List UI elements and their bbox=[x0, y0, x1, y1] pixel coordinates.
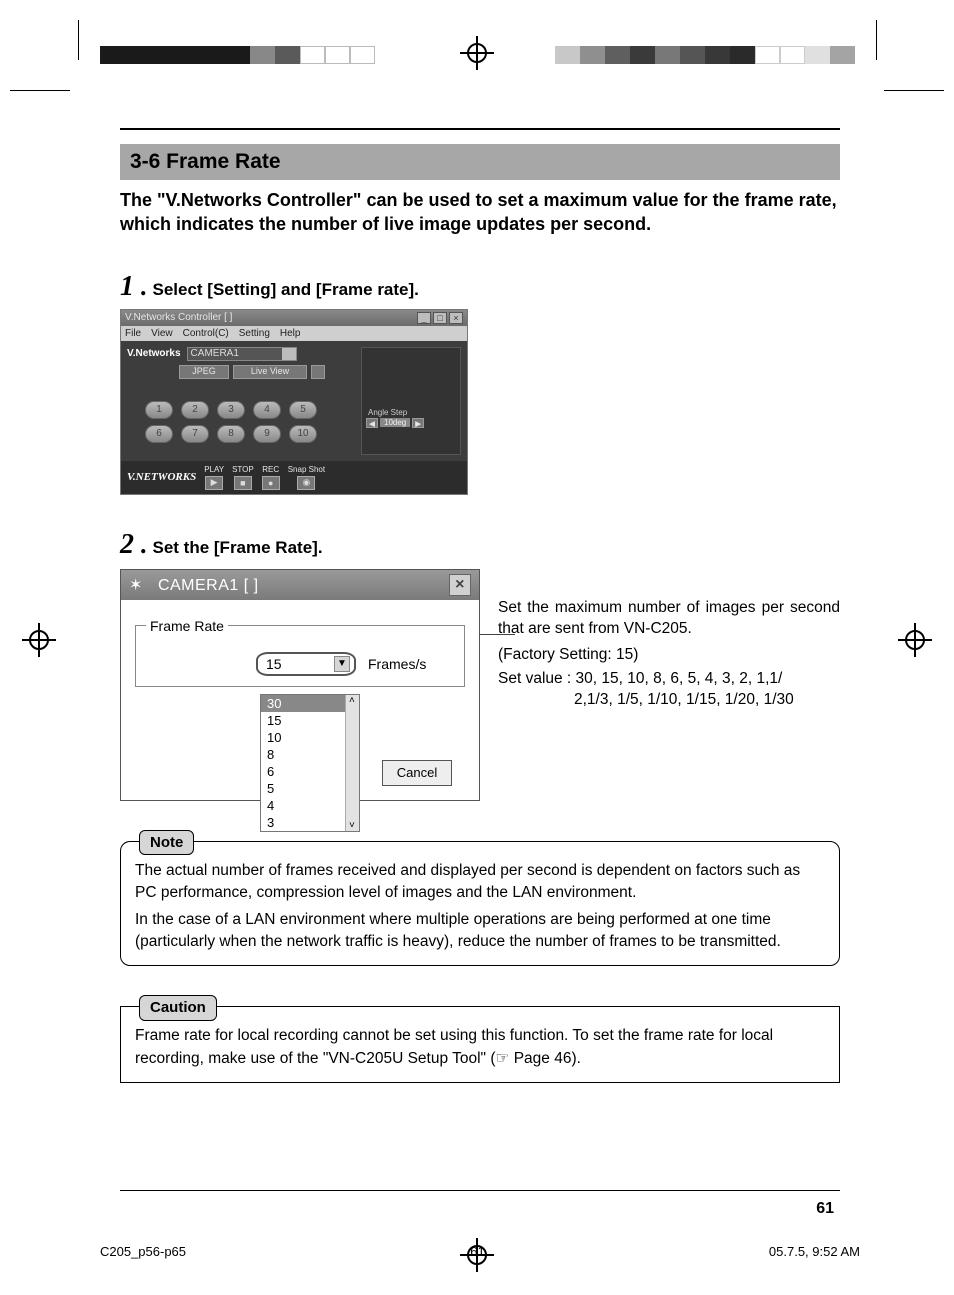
frame-rate-legend: Frame Rate bbox=[146, 618, 228, 634]
dialog-title: CAMERA1 [ ] bbox=[158, 577, 259, 594]
angle-value: 10deg bbox=[380, 418, 410, 427]
preset-1[interactable]: 1 bbox=[145, 401, 173, 419]
ptz-pane: Angle Step ◄ 10deg ► bbox=[361, 347, 461, 455]
preset-4[interactable]: 4 bbox=[253, 401, 281, 419]
preset-10[interactable]: 10 bbox=[289, 425, 317, 443]
step-1-dot: . bbox=[140, 272, 147, 302]
note-box: Note The actual number of frames receive… bbox=[120, 841, 840, 967]
registration-mark-right bbox=[900, 625, 930, 655]
menu-help[interactable]: Help bbox=[280, 328, 301, 339]
intro-text: The "V.Networks Controller" can be used … bbox=[120, 188, 840, 237]
close-icon[interactable]: × bbox=[449, 574, 471, 596]
frame-rate-dropdown[interactable]: 30 15 10 8 6 5 4 3 bbox=[260, 694, 360, 832]
preset-3[interactable]: 3 bbox=[217, 401, 245, 419]
cancel-button[interactable]: Cancel bbox=[382, 760, 452, 786]
menu-control[interactable]: Control(C) bbox=[183, 328, 229, 339]
stop-label: STOP bbox=[232, 465, 254, 474]
step-1: 1 . Select [Setting] and [Frame rate]. V… bbox=[120, 271, 840, 495]
menu-setting[interactable]: Setting bbox=[239, 328, 270, 339]
frames-per-second-label: Frames/s bbox=[368, 656, 426, 672]
snap-label: Snap Shot bbox=[288, 465, 325, 474]
preset-8[interactable]: 8 bbox=[217, 425, 245, 443]
rec-button[interactable]: ● bbox=[262, 476, 280, 490]
step-2: 2 . Set the [Frame Rate]. ✶ CAMERA1 [ ] … bbox=[120, 529, 840, 801]
scrollbar[interactable] bbox=[345, 695, 359, 831]
registration-mark-left bbox=[24, 625, 54, 655]
frame-rate-group: Frame Rate 15 ▼ Frames/s 30 15 10 bbox=[135, 618, 465, 687]
crop-marks bbox=[0, 20, 954, 60]
caution-tag: Caution bbox=[139, 995, 217, 1021]
vnetworks-logo: V.NETWORKS bbox=[127, 471, 196, 483]
frame-rate-select[interactable]: 15 ▼ bbox=[256, 652, 356, 676]
menu-view[interactable]: View bbox=[151, 328, 173, 339]
camera-select[interactable]: CAMERA1 bbox=[187, 347, 297, 361]
minimize-icon[interactable]: _ bbox=[417, 312, 431, 324]
controller-menubar: File View Control(C) Setting Help bbox=[121, 326, 467, 341]
footer-center: 61 bbox=[470, 1244, 484, 1259]
preset-2[interactable]: 2 bbox=[181, 401, 209, 419]
note-p2: In the case of a LAN environment where m… bbox=[135, 909, 825, 954]
dialog-titlebar: ✶ CAMERA1 [ ] × bbox=[121, 570, 479, 600]
play-label: PLAY bbox=[204, 465, 224, 474]
step-2-number: 2 bbox=[120, 529, 134, 561]
step-1-text: Select [Setting] and [Frame rate]. bbox=[153, 280, 419, 300]
callout-connector-line bbox=[479, 634, 515, 635]
footer-right: 05.7.5, 9:52 AM bbox=[769, 1244, 860, 1259]
rec-label: REC bbox=[262, 465, 279, 474]
preset-7[interactable]: 7 bbox=[181, 425, 209, 443]
step-2-dot: . bbox=[140, 530, 147, 560]
caution-box: Caution Frame rate for local recording c… bbox=[120, 1006, 840, 1083]
page-number: 61 bbox=[816, 1200, 834, 1218]
chevron-down-icon[interactable] bbox=[282, 348, 296, 360]
step-2-text: Set the [Frame Rate]. bbox=[153, 538, 323, 558]
chevron-down-icon[interactable]: ▼ bbox=[334, 656, 350, 672]
desc-p1: Set the maximum number of images per sec… bbox=[498, 597, 840, 640]
vnetworks-label: V.Networks bbox=[127, 348, 181, 359]
page-content: 3-6 Frame Rate The "V.Networks Controlle… bbox=[120, 128, 840, 1083]
preset-5[interactable]: 5 bbox=[289, 401, 317, 419]
controller-titlebar: V.Networks Controller [ ] _ □ × bbox=[121, 310, 467, 326]
section-header: 3-6 Frame Rate bbox=[120, 144, 840, 180]
snap-button[interactable]: ◉ bbox=[297, 476, 315, 490]
desc-p2: (Factory Setting: 15) bbox=[498, 644, 840, 666]
note-tag: Note bbox=[139, 830, 194, 856]
footer: C205_p56-p65 61 05.7.5, 9:52 AM bbox=[100, 1244, 860, 1259]
caution-p1: Frame rate for local recording cannot be… bbox=[135, 1025, 825, 1070]
close-icon[interactable]: × bbox=[449, 312, 463, 324]
angle-next-icon[interactable]: ► bbox=[412, 418, 424, 428]
preset-9[interactable]: 9 bbox=[253, 425, 281, 443]
liveview-button[interactable]: Live View bbox=[233, 365, 307, 379]
desc-p3: Set value : 30, 15, 10, 8, 6, 5, 4, 3, 2… bbox=[498, 668, 840, 690]
desc-p3b: 2,1/3, 1/5, 1/10, 1/15, 1/20, 1/30 bbox=[498, 689, 840, 711]
bottom-rule bbox=[120, 1190, 840, 1191]
stop-button[interactable]: ■ bbox=[234, 476, 252, 490]
step-1-number: 1 bbox=[120, 271, 134, 303]
controller-title: V.Networks Controller [ ] bbox=[125, 312, 232, 323]
note-p1: The actual number of frames received and… bbox=[135, 860, 825, 905]
screenshot-frame-rate-dialog: ✶ CAMERA1 [ ] × Frame Rate 15 ▼ Fram bbox=[120, 569, 480, 801]
jpeg-button[interactable]: JPEG bbox=[179, 365, 229, 379]
play-button[interactable]: ▶ bbox=[205, 476, 223, 490]
screenshot-controller: V.Networks Controller [ ] _ □ × File Vie… bbox=[120, 309, 468, 495]
extra-button[interactable] bbox=[311, 365, 325, 379]
angle-step-label: Angle Step bbox=[368, 408, 407, 417]
frame-rate-description: Set the maximum number of images per sec… bbox=[498, 569, 840, 711]
preset-6[interactable]: 6 bbox=[145, 425, 173, 443]
footer-left: C205_p56-p65 bbox=[100, 1244, 186, 1259]
menu-file[interactable]: File bbox=[125, 328, 141, 339]
frame-rate-value: 15 bbox=[266, 656, 282, 672]
camera-icon: ✶ bbox=[129, 575, 147, 591]
maximize-icon[interactable]: □ bbox=[433, 312, 447, 324]
angle-prev-icon[interactable]: ◄ bbox=[366, 418, 378, 428]
